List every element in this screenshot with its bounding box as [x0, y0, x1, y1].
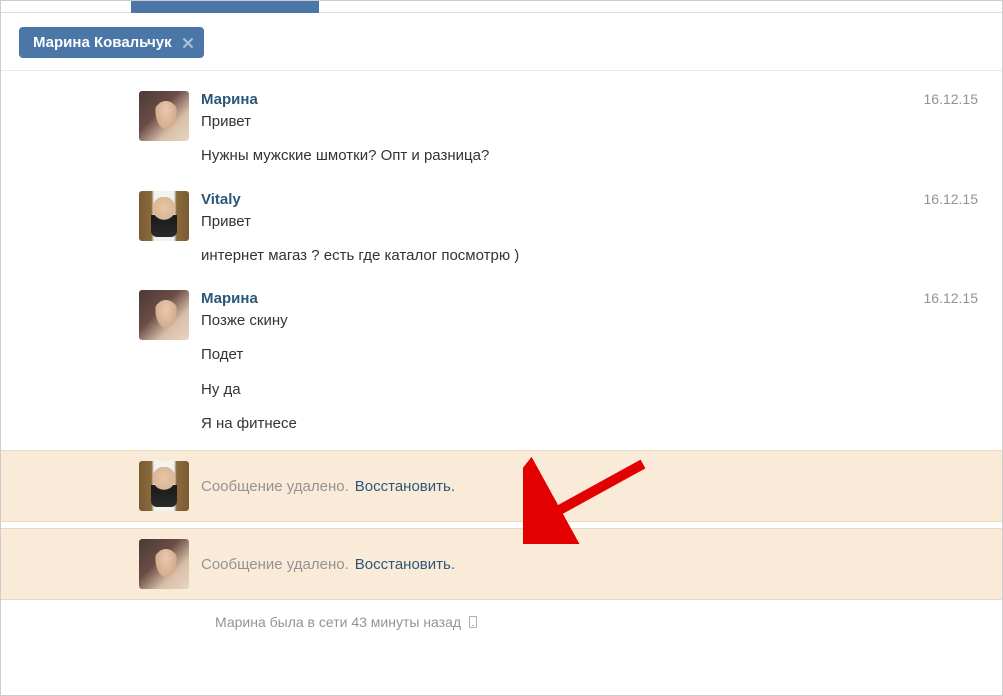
deleted-label: Сообщение удалено. [201, 556, 349, 573]
message-date: 16.12.15 [924, 290, 979, 306]
sender-link[interactable]: Vitaly [201, 191, 241, 208]
message-date: 16.12.15 [924, 191, 979, 207]
page: Марина Ковальчук Марина 16.12.15 Привет … [0, 0, 1003, 696]
deleted-message-row: Сообщение удалено. Восстановить. [1, 528, 1002, 600]
mobile-icon [469, 616, 477, 628]
sender-link[interactable]: Марина [201, 290, 258, 307]
deleted-message-row: Сообщение удалено. Восстановить. [1, 450, 1002, 522]
deleted-label: Сообщение удалено. [201, 478, 349, 495]
avatar[interactable] [139, 539, 189, 589]
last-seen-status: Марина была в сети 43 минуты назад [1, 600, 1002, 644]
avatar[interactable] [139, 191, 189, 241]
filter-chip-row: Марина Ковальчук [1, 13, 1002, 71]
avatar[interactable] [139, 461, 189, 511]
message-item: Марина 16.12.15 Позже скину Подет Ну да … [1, 282, 1002, 444]
messages-list: Марина 16.12.15 Привет Нужны мужские шмо… [1, 83, 1002, 644]
restore-link[interactable]: Восстановить. [355, 556, 455, 573]
message-text: интернет магаз ? есть где каталог посмот… [201, 246, 978, 266]
status-text: Марина была в сети 43 минуты назад [215, 614, 461, 630]
message-text: Нужны мужские шмотки? Опт и разница? [201, 146, 978, 166]
message-date: 16.12.15 [924, 91, 979, 107]
message-text: Привет [201, 212, 978, 232]
avatar[interactable] [139, 91, 189, 141]
tab-bar [1, 1, 1002, 13]
message-item: Марина 16.12.15 Привет Нужны мужские шмо… [1, 83, 1002, 177]
tab-active-indicator [131, 1, 319, 13]
message-text: Я на фитнесе [201, 414, 978, 434]
recipient-chip-label: Марина Ковальчук [33, 34, 172, 51]
avatar[interactable] [139, 290, 189, 340]
message-text: Подет [201, 345, 978, 365]
message-text: Привет [201, 112, 978, 132]
close-icon[interactable] [182, 37, 194, 49]
sender-link[interactable]: Марина [201, 91, 258, 108]
message-text: Позже скину [201, 311, 978, 331]
recipient-chip[interactable]: Марина Ковальчук [19, 27, 204, 58]
message-text: Ну да [201, 380, 978, 400]
message-item: Vitaly 16.12.15 Привет интернет магаз ? … [1, 183, 1002, 277]
restore-link[interactable]: Восстановить. [355, 478, 455, 495]
